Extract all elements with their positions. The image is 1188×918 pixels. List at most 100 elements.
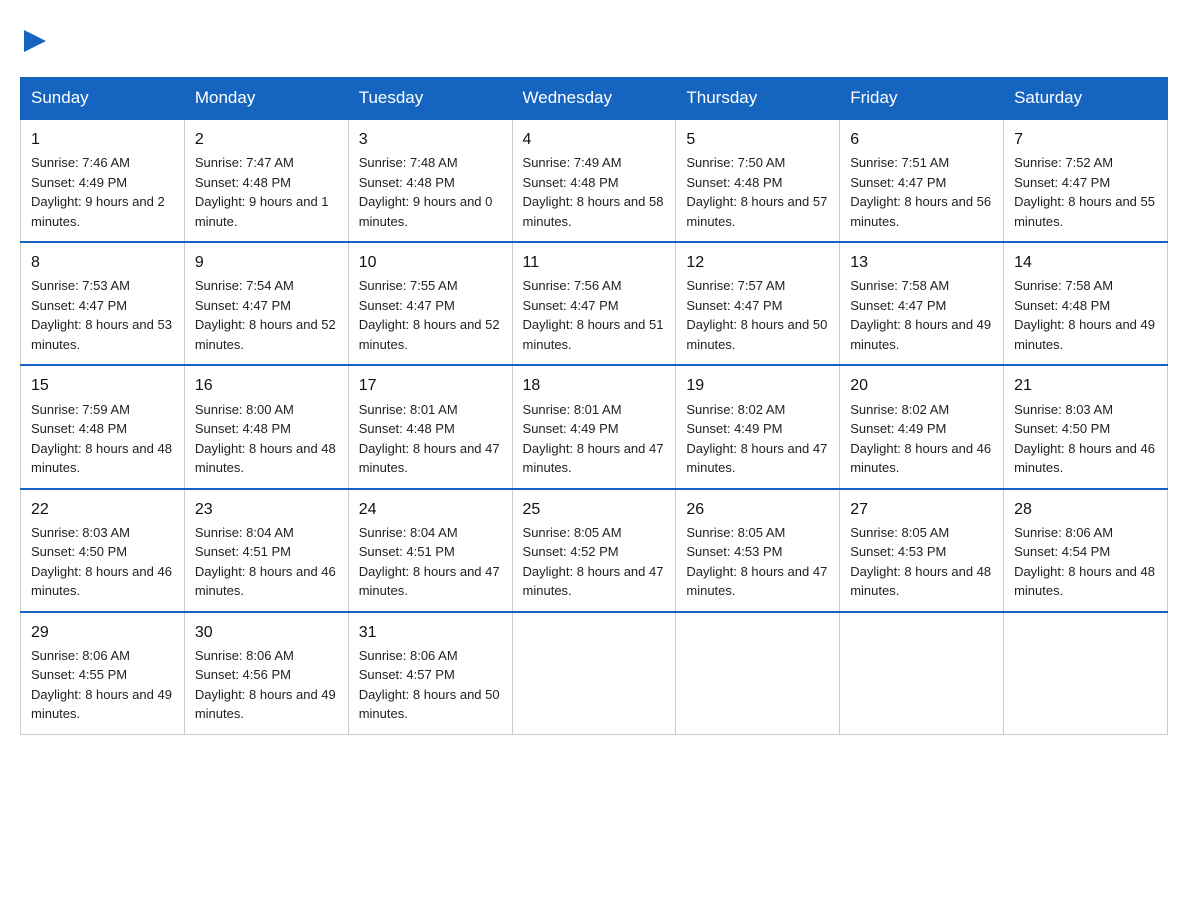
day-number: 16 xyxy=(195,374,338,397)
calendar-cell: 10Sunrise: 7:55 AMSunset: 4:47 PMDayligh… xyxy=(348,242,512,365)
calendar-cell: 25Sunrise: 8:05 AMSunset: 4:52 PMDayligh… xyxy=(512,489,676,612)
day-info: Sunrise: 8:06 AMSunset: 4:56 PMDaylight:… xyxy=(195,646,338,724)
logo-triangle-icon xyxy=(24,30,46,52)
calendar-cell: 13Sunrise: 7:58 AMSunset: 4:47 PMDayligh… xyxy=(840,242,1004,365)
day-number: 27 xyxy=(850,498,993,521)
day-info: Sunrise: 8:06 AMSunset: 4:55 PMDaylight:… xyxy=(31,646,174,724)
day-info: Sunrise: 8:06 AMSunset: 4:57 PMDaylight:… xyxy=(359,646,502,724)
calendar-cell: 2Sunrise: 7:47 AMSunset: 4:48 PMDaylight… xyxy=(184,119,348,242)
day-info: Sunrise: 7:59 AMSunset: 4:48 PMDaylight:… xyxy=(31,400,174,478)
calendar-table: SundayMondayTuesdayWednesdayThursdayFrid… xyxy=(20,77,1168,735)
day-number: 5 xyxy=(686,128,829,151)
day-number: 2 xyxy=(195,128,338,151)
calendar-cell: 11Sunrise: 7:56 AMSunset: 4:47 PMDayligh… xyxy=(512,242,676,365)
calendar-cell xyxy=(676,612,840,735)
calendar-week-row: 1Sunrise: 7:46 AMSunset: 4:49 PMDaylight… xyxy=(21,119,1168,242)
day-number: 31 xyxy=(359,621,502,644)
day-info: Sunrise: 7:58 AMSunset: 4:47 PMDaylight:… xyxy=(850,276,993,354)
logo xyxy=(20,20,46,57)
calendar-cell: 22Sunrise: 8:03 AMSunset: 4:50 PMDayligh… xyxy=(21,489,185,612)
calendar-cell: 7Sunrise: 7:52 AMSunset: 4:47 PMDaylight… xyxy=(1004,119,1168,242)
day-info: Sunrise: 7:58 AMSunset: 4:48 PMDaylight:… xyxy=(1014,276,1157,354)
day-info: Sunrise: 7:55 AMSunset: 4:47 PMDaylight:… xyxy=(359,276,502,354)
calendar-cell: 26Sunrise: 8:05 AMSunset: 4:53 PMDayligh… xyxy=(676,489,840,612)
day-number: 18 xyxy=(523,374,666,397)
calendar-cell: 31Sunrise: 8:06 AMSunset: 4:57 PMDayligh… xyxy=(348,612,512,735)
calendar-cell: 23Sunrise: 8:04 AMSunset: 4:51 PMDayligh… xyxy=(184,489,348,612)
calendar-cell: 28Sunrise: 8:06 AMSunset: 4:54 PMDayligh… xyxy=(1004,489,1168,612)
day-number: 3 xyxy=(359,128,502,151)
day-info: Sunrise: 7:49 AMSunset: 4:48 PMDaylight:… xyxy=(523,153,666,231)
header-wednesday: Wednesday xyxy=(512,78,676,120)
day-number: 4 xyxy=(523,128,666,151)
calendar-cell: 20Sunrise: 8:02 AMSunset: 4:49 PMDayligh… xyxy=(840,365,1004,488)
header-saturday: Saturday xyxy=(1004,78,1168,120)
day-info: Sunrise: 8:00 AMSunset: 4:48 PMDaylight:… xyxy=(195,400,338,478)
calendar-week-row: 8Sunrise: 7:53 AMSunset: 4:47 PMDaylight… xyxy=(21,242,1168,365)
day-number: 8 xyxy=(31,251,174,274)
day-number: 13 xyxy=(850,251,993,274)
day-info: Sunrise: 7:46 AMSunset: 4:49 PMDaylight:… xyxy=(31,153,174,231)
day-info: Sunrise: 7:51 AMSunset: 4:47 PMDaylight:… xyxy=(850,153,993,231)
day-info: Sunrise: 8:03 AMSunset: 4:50 PMDaylight:… xyxy=(31,523,174,601)
day-number: 30 xyxy=(195,621,338,644)
day-info: Sunrise: 7:50 AMSunset: 4:48 PMDaylight:… xyxy=(686,153,829,231)
day-number: 7 xyxy=(1014,128,1157,151)
calendar-cell: 5Sunrise: 7:50 AMSunset: 4:48 PMDaylight… xyxy=(676,119,840,242)
calendar-cell: 3Sunrise: 7:48 AMSunset: 4:48 PMDaylight… xyxy=(348,119,512,242)
day-number: 10 xyxy=(359,251,502,274)
day-info: Sunrise: 8:04 AMSunset: 4:51 PMDaylight:… xyxy=(359,523,502,601)
day-info: Sunrise: 8:03 AMSunset: 4:50 PMDaylight:… xyxy=(1014,400,1157,478)
day-info: Sunrise: 7:54 AMSunset: 4:47 PMDaylight:… xyxy=(195,276,338,354)
header-sunday: Sunday xyxy=(21,78,185,120)
header-monday: Monday xyxy=(184,78,348,120)
calendar-cell: 27Sunrise: 8:05 AMSunset: 4:53 PMDayligh… xyxy=(840,489,1004,612)
day-number: 11 xyxy=(523,251,666,274)
calendar-cell: 12Sunrise: 7:57 AMSunset: 4:47 PMDayligh… xyxy=(676,242,840,365)
calendar-header-row: SundayMondayTuesdayWednesdayThursdayFrid… xyxy=(21,78,1168,120)
day-number: 14 xyxy=(1014,251,1157,274)
day-info: Sunrise: 7:53 AMSunset: 4:47 PMDaylight:… xyxy=(31,276,174,354)
day-info: Sunrise: 8:04 AMSunset: 4:51 PMDaylight:… xyxy=(195,523,338,601)
calendar-week-row: 22Sunrise: 8:03 AMSunset: 4:50 PMDayligh… xyxy=(21,489,1168,612)
day-info: Sunrise: 7:47 AMSunset: 4:48 PMDaylight:… xyxy=(195,153,338,231)
calendar-cell: 18Sunrise: 8:01 AMSunset: 4:49 PMDayligh… xyxy=(512,365,676,488)
day-info: Sunrise: 8:05 AMSunset: 4:52 PMDaylight:… xyxy=(523,523,666,601)
calendar-cell: 19 Sunrise: 8:02 AMSunset: 4:49 PMDayligh… xyxy=(676,365,840,488)
calendar-cell xyxy=(512,612,676,735)
day-number: 19 xyxy=(686,374,829,397)
calendar-cell: 29Sunrise: 8:06 AMSunset: 4:55 PMDayligh… xyxy=(21,612,185,735)
day-number: 9 xyxy=(195,251,338,274)
calendar-cell: 1Sunrise: 7:46 AMSunset: 4:49 PMDaylight… xyxy=(21,119,185,242)
day-info: Sunrise: 8:05 AMSunset: 4:53 PMDaylight:… xyxy=(686,523,829,601)
day-number: 21 xyxy=(1014,374,1157,397)
day-info: Sunrise: 8:02 AMSunset: 4:49 PMDaylight:… xyxy=(686,400,829,478)
day-info: Sunrise: 8:06 AMSunset: 4:54 PMDaylight:… xyxy=(1014,523,1157,601)
day-number: 22 xyxy=(31,498,174,521)
header-tuesday: Tuesday xyxy=(348,78,512,120)
calendar-cell: 14Sunrise: 7:58 AMSunset: 4:48 PMDayligh… xyxy=(1004,242,1168,365)
calendar-cell: 30Sunrise: 8:06 AMSunset: 4:56 PMDayligh… xyxy=(184,612,348,735)
page-header xyxy=(20,20,1168,57)
calendar-cell: 6Sunrise: 7:51 AMSunset: 4:47 PMDaylight… xyxy=(840,119,1004,242)
day-number: 6 xyxy=(850,128,993,151)
day-number: 24 xyxy=(359,498,502,521)
day-number: 28 xyxy=(1014,498,1157,521)
day-number: 12 xyxy=(686,251,829,274)
day-info: Sunrise: 7:52 AMSunset: 4:47 PMDaylight:… xyxy=(1014,153,1157,231)
header-friday: Friday xyxy=(840,78,1004,120)
day-info: Sunrise: 8:05 AMSunset: 4:53 PMDaylight:… xyxy=(850,523,993,601)
day-info: Sunrise: 8:02 AMSunset: 4:49 PMDaylight:… xyxy=(850,400,993,478)
day-number: 15 xyxy=(31,374,174,397)
calendar-cell: 4Sunrise: 7:49 AMSunset: 4:48 PMDaylight… xyxy=(512,119,676,242)
day-info: Sunrise: 8:01 AMSunset: 4:48 PMDaylight:… xyxy=(359,400,502,478)
day-info: Sunrise: 7:57 AMSunset: 4:47 PMDaylight:… xyxy=(686,276,829,354)
calendar-cell: 16 Sunrise: 8:00 AMSunset: 4:48 PMDayligh… xyxy=(184,365,348,488)
calendar-cell: 9Sunrise: 7:54 AMSunset: 4:47 PMDaylight… xyxy=(184,242,348,365)
day-number: 25 xyxy=(523,498,666,521)
calendar-cell: 15 Sunrise: 7:59 AMSunset: 4:48 PMDayligh… xyxy=(21,365,185,488)
day-number: 26 xyxy=(686,498,829,521)
day-number: 29 xyxy=(31,621,174,644)
day-number: 1 xyxy=(31,128,174,151)
header-thursday: Thursday xyxy=(676,78,840,120)
